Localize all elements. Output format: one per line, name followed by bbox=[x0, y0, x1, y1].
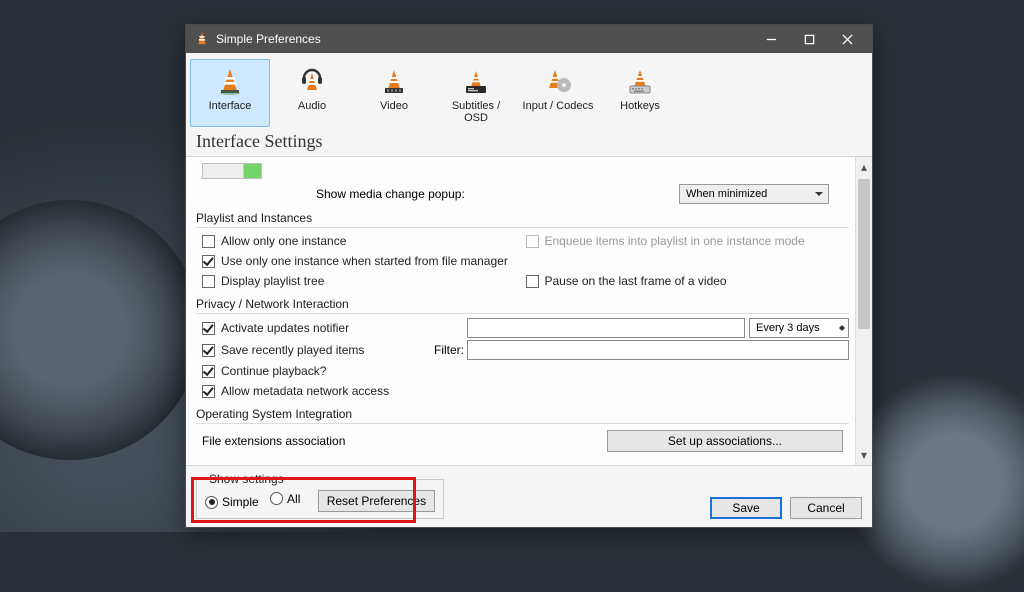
chk-label: Activate updates notifier bbox=[221, 321, 349, 335]
disc-cone-icon bbox=[521, 64, 595, 98]
show-settings-group: Show settings Simple All Reset Preferenc… bbox=[196, 472, 444, 519]
chk-label: Enqueue items into playlist in one insta… bbox=[545, 234, 805, 248]
checkbox-icon bbox=[202, 385, 215, 398]
checkbox-icon bbox=[202, 365, 215, 378]
scroll-down-icon[interactable]: ▾ bbox=[856, 447, 872, 463]
tab-label: Hotkeys bbox=[603, 100, 677, 112]
category-tabs: Interface Audio Video Subtitles / OSD In… bbox=[186, 53, 872, 129]
save-button[interactable]: Save bbox=[710, 497, 782, 519]
media-popup-value: When minimized bbox=[686, 188, 767, 200]
keyboard-cone-icon bbox=[603, 64, 677, 98]
radio-icon bbox=[205, 496, 218, 509]
chk-display-playlist-tree[interactable]: Display playlist tree bbox=[202, 274, 324, 288]
tab-audio[interactable]: Audio bbox=[272, 59, 352, 127]
tab-label: Subtitles / OSD bbox=[439, 100, 513, 124]
updates-interval-spin[interactable]: Every 3 days bbox=[749, 318, 849, 338]
chk-pause-last-frame[interactable]: Pause on the last frame of a video bbox=[526, 274, 727, 288]
chk-allow-one-instance[interactable]: Allow only one instance bbox=[202, 234, 346, 248]
chk-label: Save recently played items bbox=[221, 343, 364, 357]
settings-panel: Show media change popup: When minimized … bbox=[186, 156, 855, 466]
tab-label: Video bbox=[357, 100, 431, 112]
chk-one-instance-filemanager[interactable]: Use only one instance when started from … bbox=[202, 254, 508, 268]
media-popup-combo[interactable]: When minimized bbox=[679, 184, 829, 204]
footer: Show settings Simple All Reset Preferenc… bbox=[186, 466, 872, 527]
cancel-button[interactable]: Cancel bbox=[790, 497, 862, 519]
tab-label: Interface bbox=[193, 100, 267, 112]
checkbox-icon bbox=[202, 322, 215, 335]
preview-thumbnail bbox=[202, 163, 262, 179]
tab-input-codecs[interactable]: Input / Codecs bbox=[518, 59, 598, 127]
chk-label: Continue playback? bbox=[221, 364, 326, 378]
tab-label: Input / Codecs bbox=[521, 100, 595, 112]
chk-activate-updates[interactable]: Activate updates notifier bbox=[202, 321, 467, 335]
chk-label: Use only one instance when started from … bbox=[221, 254, 508, 268]
tab-video[interactable]: Video bbox=[354, 59, 434, 127]
scrollbar-thumb[interactable] bbox=[858, 179, 870, 329]
radio-icon bbox=[270, 492, 283, 505]
spin-value: Every 3 days bbox=[756, 322, 820, 334]
radio-label: All bbox=[287, 492, 300, 506]
minimize-button[interactable] bbox=[752, 25, 790, 53]
updates-spacer-field[interactable] bbox=[467, 318, 745, 338]
chk-label: Allow metadata network access bbox=[221, 384, 389, 398]
filter-field[interactable] bbox=[467, 340, 849, 360]
preferences-window: Simple Preferences Interface Audio Video bbox=[185, 24, 873, 528]
radio-all[interactable]: All bbox=[270, 492, 300, 506]
headphones-cone-icon bbox=[275, 64, 349, 98]
maximize-button[interactable] bbox=[790, 25, 828, 53]
checkbox-icon bbox=[526, 235, 539, 248]
filter-label: Filter: bbox=[434, 343, 467, 357]
reset-preferences-button[interactable]: Reset Preferences bbox=[318, 490, 435, 512]
screen-cone-icon bbox=[439, 64, 513, 98]
checkbox-icon bbox=[202, 344, 215, 357]
show-settings-legend: Show settings bbox=[205, 472, 288, 486]
close-button[interactable] bbox=[828, 25, 866, 53]
tab-subtitles[interactable]: Subtitles / OSD bbox=[436, 59, 516, 127]
chk-enqueue-one-instance: Enqueue items into playlist in one insta… bbox=[526, 234, 805, 248]
checkbox-icon bbox=[202, 255, 215, 268]
film-cone-icon bbox=[357, 64, 431, 98]
chk-continue-playback[interactable]: Continue playback? bbox=[202, 364, 326, 378]
tab-label: Audio bbox=[275, 100, 349, 112]
media-popup-label: Show media change popup: bbox=[316, 187, 465, 201]
vertical-scrollbar[interactable]: ▴ ▾ bbox=[855, 156, 872, 466]
checkbox-icon bbox=[202, 275, 215, 288]
checkbox-icon bbox=[526, 275, 539, 288]
radio-label: Simple bbox=[222, 495, 259, 509]
titlebar[interactable]: Simple Preferences bbox=[186, 25, 872, 53]
tab-interface[interactable]: Interface bbox=[190, 59, 270, 127]
file-assoc-label: File extensions association bbox=[202, 434, 345, 448]
tab-hotkeys[interactable]: Hotkeys bbox=[600, 59, 680, 127]
chk-label: Pause on the last frame of a video bbox=[545, 274, 727, 288]
chk-metadata-access[interactable]: Allow metadata network access bbox=[202, 384, 389, 398]
setup-associations-button[interactable]: Set up associations... bbox=[607, 430, 843, 452]
window-title: Simple Preferences bbox=[216, 32, 321, 46]
radio-simple[interactable]: Simple bbox=[205, 495, 259, 509]
checkbox-icon bbox=[202, 235, 215, 248]
chk-label: Allow only one instance bbox=[221, 234, 346, 248]
app-icon bbox=[194, 31, 210, 47]
cone-icon bbox=[193, 64, 267, 98]
chk-label: Display playlist tree bbox=[221, 274, 324, 288]
scroll-up-icon[interactable]: ▴ bbox=[856, 159, 872, 175]
group-privacy-title: Privacy / Network Interaction bbox=[196, 297, 849, 314]
group-os-title: Operating System Integration bbox=[196, 407, 849, 424]
page-title: Interface Settings bbox=[186, 129, 872, 156]
chk-save-recent[interactable]: Save recently played items bbox=[202, 343, 434, 357]
scrollbar-track[interactable] bbox=[856, 175, 872, 447]
group-playlist-title: Playlist and Instances bbox=[196, 211, 849, 228]
